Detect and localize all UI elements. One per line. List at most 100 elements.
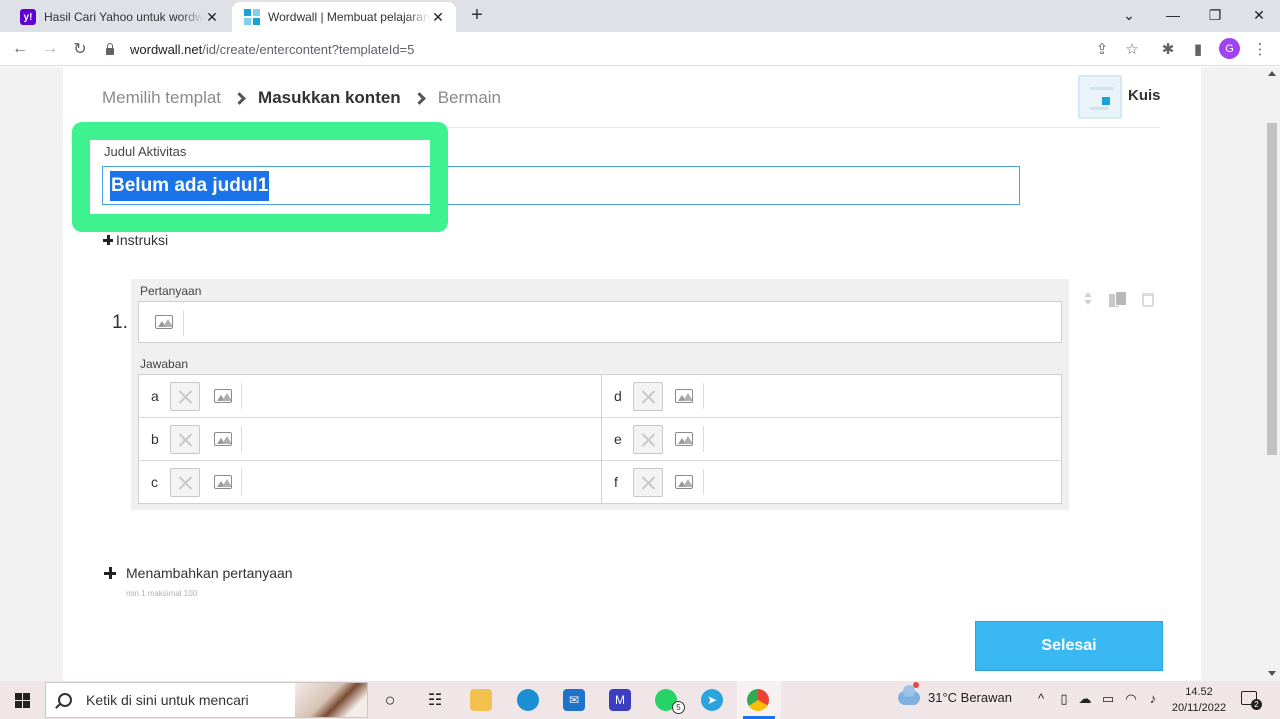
window-close-icon[interactable]: ✕ (1238, 0, 1280, 30)
widgets-icon[interactable]: ☷ (424, 689, 446, 711)
page: Memilih templat Masukkan konten Bermain … (0, 67, 1280, 681)
image-icon[interactable] (214, 475, 232, 489)
kebab-menu-icon[interactable]: ⋮ (1249, 38, 1271, 60)
task-view-circle-icon[interactable]: ○ (379, 689, 401, 711)
plus-icon (103, 235, 113, 245)
scroll-up-icon[interactable] (1268, 71, 1276, 76)
tab-yahoo[interactable]: y! Hasil Cari Yahoo untuk wordwall ✕ (8, 2, 230, 32)
tab-wordwall[interactable]: Wordwall | Membuat pelajaran yang lebih … (232, 2, 456, 32)
answer-row-e[interactable]: e (602, 418, 1061, 461)
tab-title: Hasil Cari Yahoo untuk wordwall (44, 10, 204, 24)
answer-row-b[interactable]: b (139, 418, 601, 461)
breadcrumb-step-template[interactable]: Memilih templat (102, 88, 221, 108)
edge-browser-icon[interactable] (517, 689, 539, 711)
tab-search-chevron-icon[interactable]: ⌄ (1108, 0, 1150, 30)
file-explorer-icon[interactable] (470, 689, 492, 711)
answer-letter: e (614, 431, 622, 447)
breadcrumb-step-content: Masukkan konten (258, 88, 401, 107)
wifi-icon[interactable]: ◠ (1123, 691, 1139, 707)
telegram-icon[interactable]: ➤ (701, 689, 723, 711)
add-question-button[interactable]: Menambahkan pertanyaan (104, 565, 293, 581)
chrome-icon[interactable] (747, 689, 769, 711)
answer-row-f[interactable]: f (602, 461, 1061, 504)
side-panel-icon[interactable]: ▮ (1187, 38, 1209, 60)
url-field[interactable]: wordwall.net/id/create/entercontent?temp… (104, 36, 1154, 62)
profile-avatar[interactable]: G (1219, 38, 1240, 59)
volume-icon[interactable]: ♪ (1145, 691, 1161, 706)
new-tab-icon[interactable]: + (466, 4, 488, 27)
clock-time: 14.52 (1185, 686, 1213, 698)
system-clock[interactable]: 14.52 20/11/2022 (1168, 684, 1230, 716)
mark-correct-x-icon[interactable] (633, 468, 663, 497)
add-question-label: Menambahkan pertanyaan (126, 565, 293, 581)
answers-grid: a b c d e f (138, 374, 1062, 504)
answer-letter: f (614, 474, 618, 490)
answer-letter: a (151, 388, 159, 404)
minimize-icon[interactable]: — (1152, 0, 1194, 30)
mark-correct-x-icon[interactable] (633, 382, 663, 411)
activity-title-label: Judul Aktivitas (104, 144, 187, 159)
image-icon[interactable] (675, 389, 693, 403)
notification-icon[interactable]: 2 (1241, 691, 1262, 710)
chevron-up-icon[interactable]: ^ (1033, 691, 1049, 706)
battery-icon[interactable]: ▭ (1100, 691, 1116, 707)
question-label: Pertanyaan (140, 284, 202, 298)
scroll-down-icon[interactable] (1268, 671, 1276, 676)
mark-correct-x-icon[interactable] (170, 382, 200, 411)
search-icon (58, 693, 72, 707)
windows-start-icon[interactable] (15, 693, 30, 708)
close-icon[interactable]: ✕ (204, 9, 220, 26)
taskbar-search-box[interactable]: Ketik di sini untuk mencari (45, 682, 368, 718)
question-number: 1. (112, 312, 128, 333)
add-instructions-link[interactable]: Instruksi (103, 232, 168, 248)
activity-title-input[interactable]: Belum ada judul1 (102, 166, 1020, 205)
image-icon[interactable] (675, 432, 693, 446)
forward-arrow-icon[interactable]: → (39, 38, 61, 60)
tab-title: Wordwall | Membuat pelajaran yang lebih … (268, 10, 430, 24)
weather-widget[interactable]: 31°C Berawan (898, 681, 1012, 705)
answer-row-d[interactable]: d (602, 375, 1061, 418)
mark-correct-x-icon[interactable] (633, 425, 663, 454)
mark-correct-x-icon[interactable] (170, 468, 200, 497)
extensions-puzzle-icon[interactable]: ✱ (1157, 38, 1179, 60)
reorder-arrows-icon[interactable] (1084, 291, 1092, 307)
yahoo-icon: y! (20, 9, 36, 25)
mark-correct-x-icon[interactable] (170, 425, 200, 454)
image-icon[interactable] (214, 389, 232, 403)
divider (241, 426, 242, 452)
chevron-right-icon (233, 91, 246, 105)
breadcrumb-step-play: Bermain (437, 88, 502, 107)
answer-row-a[interactable]: a (139, 375, 601, 418)
template-thumbnail-icon[interactable] (1078, 75, 1122, 119)
mail-icon[interactable]: ✉ (563, 689, 585, 711)
duplicate-icon[interactable] (1109, 291, 1127, 308)
back-arrow-icon[interactable]: ← (9, 38, 31, 60)
done-button[interactable]: Selesai (975, 621, 1163, 671)
screen: y! Hasil Cari Yahoo untuk wordwall ✕ Wor… (0, 0, 1280, 719)
lock-icon[interactable] (104, 43, 116, 55)
vertical-scrollbar[interactable] (1264, 67, 1280, 681)
question-input[interactable] (138, 301, 1062, 343)
close-icon[interactable]: ✕ (430, 9, 446, 26)
onedrive-cloud-icon[interactable]: ☁ (1077, 691, 1093, 707)
image-icon[interactable] (214, 432, 232, 446)
image-icon[interactable] (675, 475, 693, 489)
answer-row-c[interactable]: c (139, 461, 601, 504)
share-icon[interactable]: ⇪ (1091, 38, 1113, 60)
activity-title-value: Belum ada judul1 (110, 170, 270, 201)
notification-count: 2 (1251, 699, 1262, 710)
instructions-label: Instruksi (116, 232, 169, 248)
taskbar-search-placeholder: Ketik di sini untuk mencari (86, 692, 249, 708)
scrollbar-thumb[interactable] (1267, 123, 1277, 455)
bookmark-star-icon[interactable]: ☆ (1121, 38, 1143, 60)
trash-icon[interactable] (1142, 293, 1154, 307)
meet-icon[interactable]: ▯ (1056, 691, 1072, 707)
microsoft-app-icon[interactable]: M (609, 689, 631, 711)
plus-icon (104, 567, 116, 579)
windows-taskbar: Ketik di sini untuk mencari ○ ☷ ✉ M 5 ➤ … (0, 681, 1280, 719)
cloud-icon (898, 681, 920, 705)
image-icon[interactable] (155, 315, 173, 329)
restore-icon[interactable]: ❐ (1194, 0, 1236, 30)
divider (703, 426, 704, 452)
reload-icon[interactable]: ↻ (69, 38, 91, 60)
